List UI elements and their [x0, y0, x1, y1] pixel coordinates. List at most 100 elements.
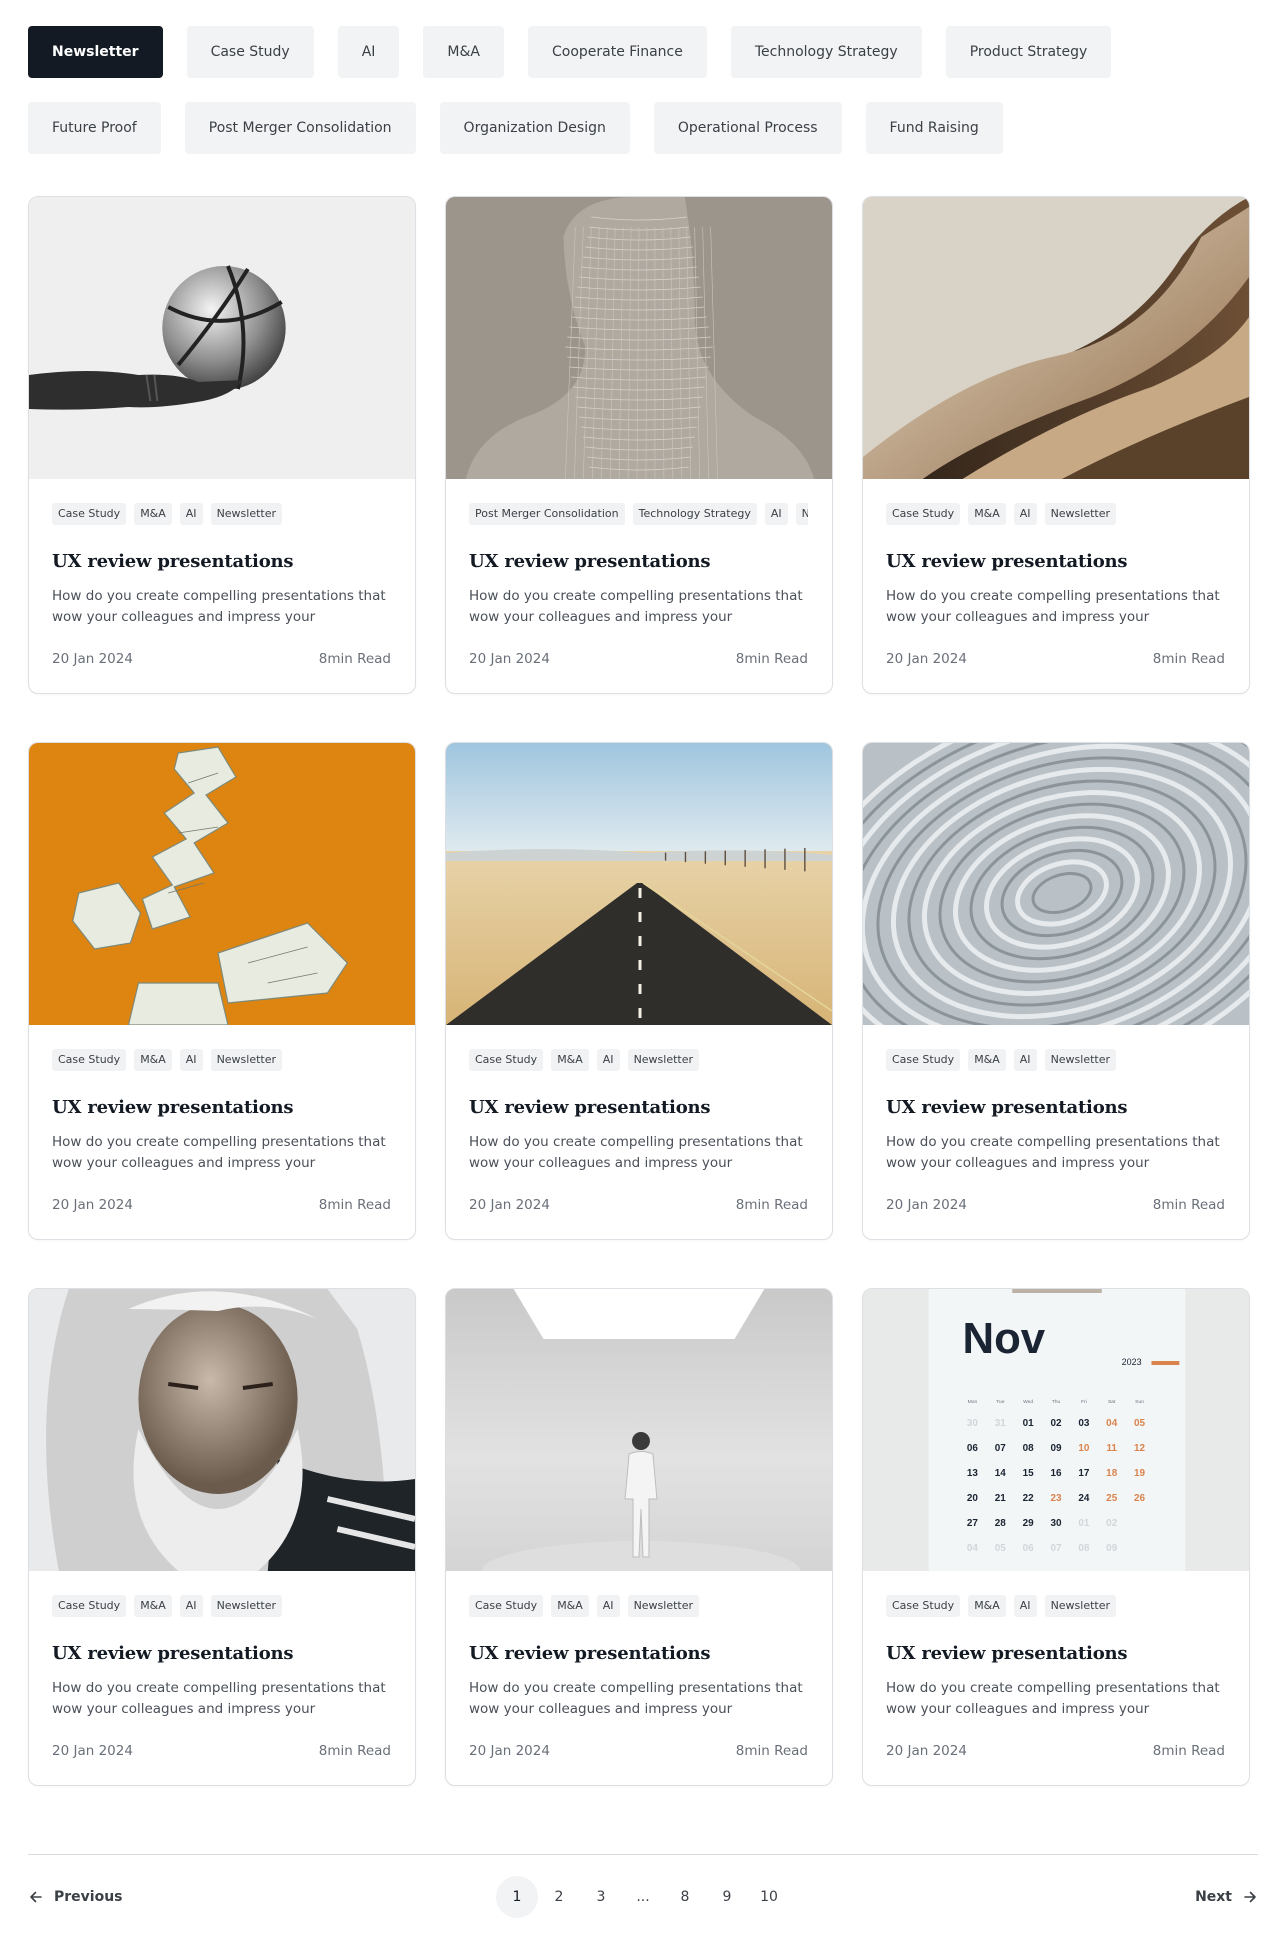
page-number-1[interactable]: 1	[496, 1876, 538, 1918]
article-image-paper-spiral	[863, 743, 1249, 1025]
article-card[interactable]: Case Study M&A AI Newsletter UX review prese…	[28, 196, 416, 694]
calendar-day: 27	[967, 1518, 979, 1529]
article-tag[interactable]: Case Study	[886, 503, 961, 525]
page-number-2[interactable]: 2	[538, 1876, 580, 1918]
article-image-wireframe-face	[446, 197, 832, 479]
filter-chip-newsletter[interactable]: Newsletter	[28, 26, 163, 78]
article-tag[interactable]: Newsletter	[1044, 1049, 1117, 1071]
article-tag[interactable]: Case Study	[886, 1595, 961, 1617]
filter-chip-case-study[interactable]: Case Study	[186, 26, 314, 78]
article-excerpt: How do you create compelling presentatio…	[886, 1134, 1220, 1171]
previous-page-button[interactable]: Previous	[28, 1876, 123, 1918]
article-tag[interactable]: Newsletter	[795, 503, 808, 525]
page-number-9[interactable]: 9	[706, 1876, 748, 1918]
article-card[interactable]: Case Study M&A AI Newsletter UX review prese…	[445, 1288, 833, 1786]
page-numbers: 1 2 3... 8 9 10	[496, 1876, 790, 1918]
article-tag[interactable]: Case Study	[469, 1049, 544, 1071]
article-card[interactable]: Case Study M&A AI Newsletter UX review prese…	[28, 742, 416, 1240]
article-read-time: 8min Read	[1152, 1197, 1225, 1213]
calendar-day: 15	[1023, 1468, 1035, 1479]
filter-chip-ai[interactable]: AI	[337, 26, 400, 78]
article-excerpt: How do you create compelling presentatio…	[886, 1680, 1220, 1717]
article-tag[interactable]: Newsletter	[210, 1049, 283, 1071]
article-tag[interactable]: M&A	[551, 1595, 589, 1617]
article-title[interactable]: UX review presentations	[886, 551, 1225, 572]
calendar-day: 20	[967, 1493, 979, 1504]
article-tag[interactable]: Case Study	[52, 503, 127, 525]
filter-chip-m-a[interactable]: M&A	[423, 26, 504, 78]
article-meta: 20 Jan 2024 8min Read	[52, 651, 391, 667]
article-tag[interactable]: AI	[179, 1595, 203, 1617]
article-tag[interactable]: AI	[596, 1049, 620, 1071]
article-title[interactable]: UX review presentations	[469, 1097, 808, 1118]
filter-chip-operational-process[interactable]: Operational Process	[653, 102, 842, 154]
filter-chip-future-proof[interactable]: Future Proof	[28, 102, 161, 154]
article-tag[interactable]: Case Study	[52, 1595, 127, 1617]
article-card[interactable]: Post Merger Consolidation Technology Stra…	[445, 196, 833, 694]
article-meta: 20 Jan 2024 8min Read	[52, 1197, 391, 1213]
article-tag[interactable]: Newsletter	[627, 1049, 700, 1071]
page-number-10[interactable]: 10	[748, 1876, 790, 1918]
filter-chip-cooperate-finance[interactable]: Cooperate Finance	[528, 26, 707, 78]
article-tag[interactable]: Technology Strategy	[632, 503, 757, 525]
article-card-body: Case Study M&A AI Newsletter UX review prese…	[29, 479, 415, 667]
page-number-3[interactable]: 3	[580, 1876, 622, 1918]
article-tag[interactable]: Newsletter	[1044, 1595, 1117, 1617]
article-title[interactable]: UX review presentations	[886, 1097, 1225, 1118]
article-tag[interactable]: M&A	[134, 1049, 172, 1071]
calendar-day: 31	[995, 1418, 1007, 1429]
article-title[interactable]: UX review presentations	[886, 1643, 1225, 1664]
article-meta: 20 Jan 2024 8min Read	[886, 1197, 1225, 1213]
article-image-desert-road	[446, 743, 832, 1025]
article-date: 20 Jan 2024	[52, 1743, 133, 1759]
filter-chip-post-merger-consolidation[interactable]: Post Merger Consolidation	[184, 102, 416, 154]
article-tag[interactable]: M&A	[968, 1049, 1006, 1071]
article-tag[interactable]: AI	[179, 503, 203, 525]
article-tag[interactable]: AI	[179, 1049, 203, 1071]
article-tag[interactable]: Newsletter	[210, 1595, 283, 1617]
article-tag[interactable]: Case Study	[52, 1049, 127, 1071]
article-card[interactable]: Case Study M&A AI Newsletter UX review prese…	[862, 742, 1250, 1240]
article-card[interactable]: Case Study M&A AI Newsletter UX review prese…	[445, 742, 833, 1240]
category-filters: Newsletter Case Study AI M&A Cooperate Finan…	[28, 26, 1248, 154]
article-excerpt: How do you create compelling presentatio…	[469, 1134, 803, 1171]
article-title[interactable]: UX review presentations	[469, 551, 808, 572]
filter-chip-technology-strategy[interactable]: Technology Strategy	[730, 26, 922, 78]
article-tags: Post Merger Consolidation Technology Stra…	[469, 503, 808, 525]
article-tag[interactable]: M&A	[134, 1595, 172, 1617]
article-tag[interactable]: M&A	[968, 1595, 1006, 1617]
filter-chip-product-strategy[interactable]: Product Strategy	[945, 26, 1112, 78]
article-tag[interactable]: AI	[1013, 503, 1037, 525]
article-tag[interactable]: Post Merger Consolidation	[469, 503, 625, 525]
article-title[interactable]: UX review presentations	[52, 551, 391, 572]
article-tag[interactable]: Newsletter	[1044, 503, 1117, 525]
article-title[interactable]: UX review presentations	[52, 1643, 391, 1664]
article-tag[interactable]: AI	[764, 503, 788, 525]
article-card[interactable]: Case Study M&A AI Newsletter UX review prese…	[862, 196, 1250, 694]
article-tag[interactable]: Newsletter	[210, 503, 283, 525]
article-card[interactable]: Case Study M&A AI Newsletter UX review prese…	[28, 1288, 416, 1786]
calendar-day: 07	[1050, 1543, 1062, 1554]
article-meta: 20 Jan 2024 8min Read	[469, 651, 808, 667]
article-tag[interactable]: Case Study	[469, 1595, 544, 1617]
article-tag[interactable]: M&A	[134, 503, 172, 525]
article-card[interactable]: Nov 2023 Mon Tue Wed Thu Fri Sat Sun 30 31 01 02 03 04…	[862, 1288, 1250, 1786]
article-tags: Case Study M&A AI Newsletter	[52, 1049, 391, 1071]
page-number-8[interactable]: 8	[664, 1876, 706, 1918]
filter-chip-organization-design[interactable]: Organization Design	[439, 102, 630, 154]
article-tag[interactable]: Case Study	[886, 1049, 961, 1071]
article-title[interactable]: UX review presentations	[52, 1097, 391, 1118]
article-title[interactable]: UX review presentations	[469, 1643, 808, 1664]
article-tag[interactable]: AI	[596, 1595, 620, 1617]
article-tag[interactable]: Newsletter	[627, 1595, 700, 1617]
filter-chip-fund-raising[interactable]: Fund Raising	[865, 102, 1003, 154]
article-image-crumpled-dollars	[29, 743, 415, 1025]
article-read-time: 8min Read	[318, 651, 391, 667]
next-page-button[interactable]: Next	[1195, 1876, 1258, 1918]
article-tag[interactable]: M&A	[551, 1049, 589, 1071]
article-tag[interactable]: AI	[1013, 1049, 1037, 1071]
article-tag[interactable]: AI	[1013, 1595, 1037, 1617]
article-tag[interactable]: M&A	[968, 503, 1006, 525]
calendar-day: 01	[1078, 1518, 1090, 1529]
article-date: 20 Jan 2024	[52, 651, 133, 667]
